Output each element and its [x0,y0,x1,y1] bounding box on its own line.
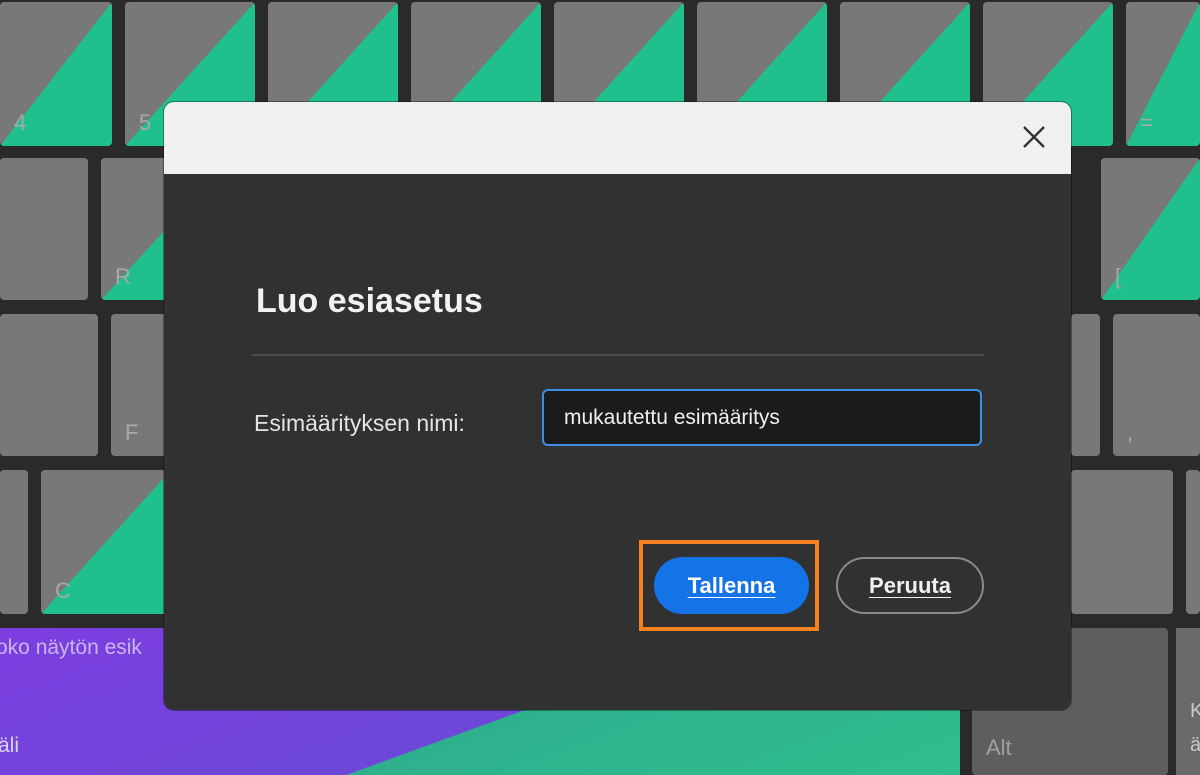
cancel-button[interactable]: Peruuta [836,557,984,614]
save-button[interactable]: Tallenna [654,557,809,614]
divider [252,354,984,356]
zone-label: oko näytön esik [0,636,142,659]
key-label: F [125,420,139,445]
key-label: , [1127,420,1134,445]
key [1071,314,1100,456]
key [1186,470,1200,614]
close-icon[interactable] [1019,122,1049,152]
key-label: C [55,578,71,603]
key-label: [ [1115,264,1122,289]
zone-sublabel: äli [0,734,20,757]
dialog-titlebar [164,102,1071,174]
key [0,314,98,456]
key-label: K [1190,700,1200,722]
create-preset-dialog: Luo esiasetus Esimäärityksen nimi: Talle… [164,102,1071,710]
key-edge: K ä [1176,628,1200,775]
key-4: 4 [0,2,112,146]
key-label: ä [1190,734,1200,756]
key-c: C [41,470,171,614]
key-comma: , [1113,314,1200,456]
key-label: 4 [14,110,27,135]
preset-name-label: Esimäärityksen nimi: [254,410,465,436]
key-bracket: [ [1101,158,1200,300]
key-label: 5 [139,110,152,135]
preset-name-input[interactable] [542,389,982,446]
key-label: Alt [986,735,1012,760]
save-button-label: Tallenna [687,572,776,598]
key-label: = [1140,110,1153,135]
key [1071,470,1173,614]
dialog-title: Luo esiasetus [256,282,483,320]
cancel-button-label: Peruuta [869,572,951,598]
key [0,470,28,614]
key [0,158,88,300]
key-label: R [115,264,131,289]
key-equals: = [1126,2,1200,146]
